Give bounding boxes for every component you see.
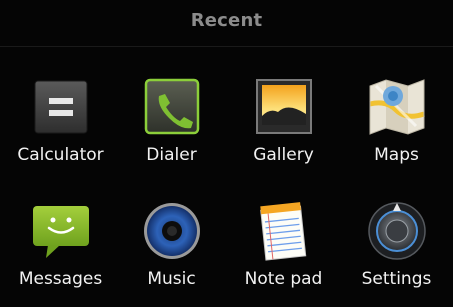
app-label: Calculator (17, 145, 104, 165)
phone-icon (141, 76, 203, 138)
app-notepad[interactable]: Note pad (227, 200, 340, 307)
gallery-icon (253, 76, 315, 138)
map-icon (366, 76, 428, 138)
calculator-icon (30, 76, 92, 138)
speaker-icon (141, 200, 203, 262)
app-label: Messages (18, 269, 103, 289)
app-messages[interactable]: Messages (4, 200, 117, 307)
message-bubble-icon (30, 200, 92, 262)
app-dialer[interactable]: Dialer (115, 76, 228, 196)
title-divider (0, 46, 453, 47)
app-label: Settings (361, 269, 432, 289)
settings-knob-icon (366, 200, 428, 262)
app-music[interactable]: Music (115, 200, 228, 307)
dialog-title: Recent (190, 10, 263, 31)
app-label: Music (147, 269, 196, 289)
notepad-icon (253, 200, 315, 262)
app-gallery[interactable]: Gallery (227, 76, 340, 196)
app-calculator[interactable]: Calculator (4, 76, 117, 196)
app-settings[interactable]: Settings (340, 200, 453, 307)
app-label: Note pad (244, 269, 323, 289)
app-label: Maps (374, 145, 419, 165)
recent-apps-dialog: Recent Calculator Dialer Gallery Maps Me… (0, 0, 453, 307)
app-maps[interactable]: Maps (340, 76, 453, 196)
app-label: Gallery (253, 145, 314, 165)
app-label: Dialer (146, 145, 197, 165)
